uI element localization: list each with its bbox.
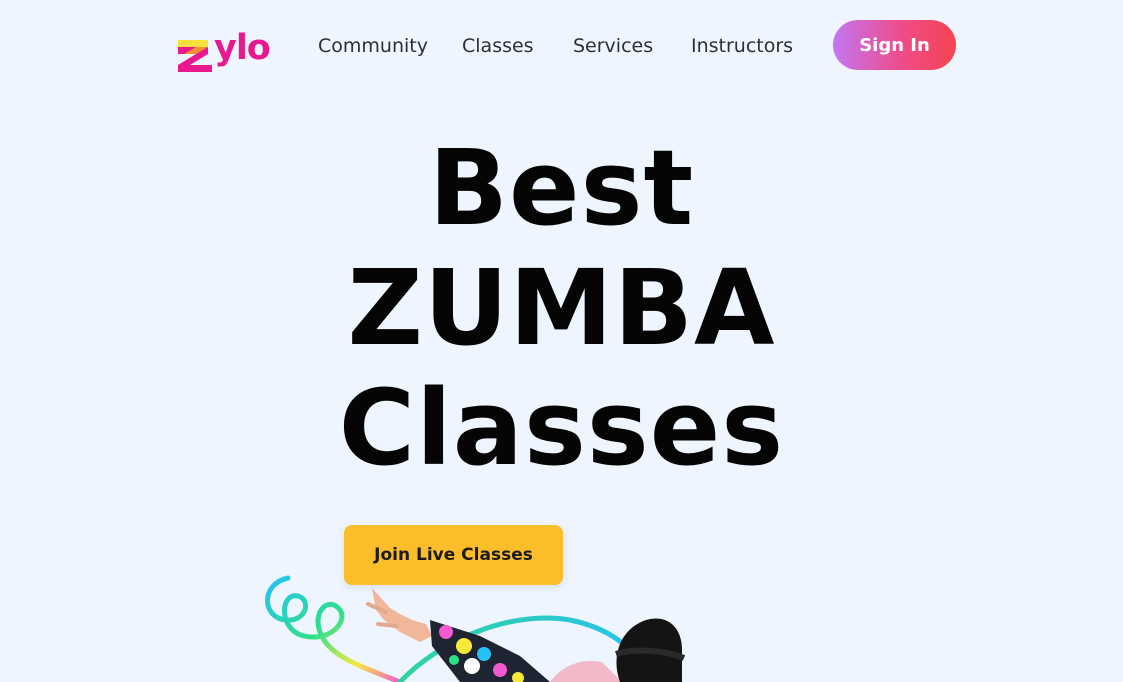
sign-in-button[interactable]: Sign In — [833, 20, 956, 70]
nav-link-services[interactable]: Services — [573, 33, 653, 59]
nav-link-instructors[interactable]: Instructors — [691, 33, 793, 59]
hero-title: Best ZUMBA Classes — [0, 128, 1123, 488]
hero-title-line-1: Best — [428, 127, 695, 249]
dancer-illustration — [265, 575, 686, 682]
nav-link-community[interactable]: Community — [318, 33, 428, 59]
logo-mark-icon — [178, 40, 212, 72]
brand-logo[interactable]: ylo — [178, 24, 271, 72]
landing-page: ylo Community Classes Services Instructo… — [0, 0, 1123, 682]
brand-name: ylo — [214, 28, 271, 68]
nav-link-classes[interactable]: Classes — [462, 33, 534, 59]
hero-title-line-2: ZUMBA — [347, 247, 776, 369]
hero-title-line-3: Classes — [338, 367, 785, 489]
